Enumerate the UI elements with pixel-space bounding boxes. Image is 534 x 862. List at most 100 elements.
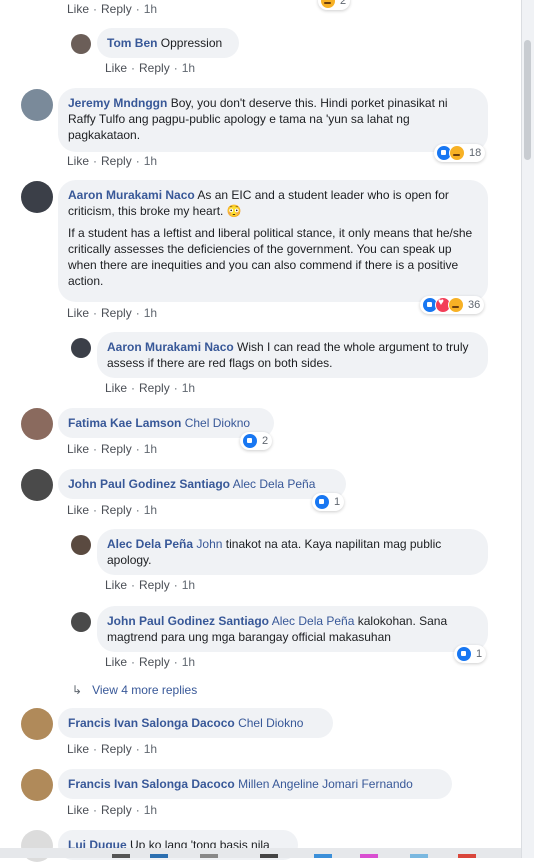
comment-bubble: Aaron Murakami Naco Wish I can read the … <box>97 332 488 378</box>
like-link[interactable]: Like <box>67 154 89 168</box>
comment-bubble: Jeremy Mndnggn Boy, you don't deserve th… <box>58 88 488 152</box>
like-link[interactable]: Like <box>105 578 127 592</box>
avatar[interactable] <box>71 612 91 632</box>
reaction-summary[interactable]: 2 <box>240 432 273 450</box>
avatar[interactable] <box>71 535 91 555</box>
reply-link[interactable]: Reply <box>139 578 170 592</box>
comment-actions: Like · Reply · 1h <box>67 442 158 456</box>
comment-actions: Like · Reply · 1h <box>67 154 158 168</box>
timestamp[interactable]: 1h <box>182 61 195 75</box>
taskbar-icon[interactable] <box>200 854 218 858</box>
commenter-name[interactable]: Francis Ivan Salonga Dacoco <box>68 777 235 791</box>
taskbar-icon[interactable] <box>458 854 476 858</box>
timestamp[interactable]: 1h <box>144 803 157 817</box>
timestamp[interactable]: 1h <box>144 306 157 320</box>
commenter-name[interactable]: Francis Ivan Salonga Dacoco <box>68 716 235 730</box>
tagged-user[interactable]: Chel Diokno <box>238 716 303 730</box>
taskbar-icon[interactable] <box>314 854 332 858</box>
reply-link[interactable]: Reply <box>101 803 132 817</box>
commenter-name[interactable]: Alec Dela Peña <box>107 537 193 551</box>
timestamp[interactable]: 1h <box>144 154 157 168</box>
tagged-user[interactable]: John <box>196 537 222 551</box>
tagged-user[interactable]: Millen Angeline Jomari Fernando <box>238 777 413 791</box>
scrollbar[interactable] <box>521 0 534 858</box>
commenter-name[interactable]: Tom Ben <box>107 36 157 50</box>
sad-reaction-icon <box>448 297 464 313</box>
comment-bubble: Aaron Murakami Naco As an EIC and a stud… <box>58 180 488 302</box>
scrollbar-thumb[interactable] <box>524 40 531 160</box>
avatar[interactable] <box>21 181 53 213</box>
timestamp[interactable]: 1h <box>182 578 195 592</box>
commenter-name[interactable]: Fatima Kae Lamson <box>68 416 181 430</box>
avatar[interactable] <box>21 408 53 440</box>
reply-link[interactable]: Reply <box>101 442 132 456</box>
reply-link[interactable]: Reply <box>139 381 170 395</box>
taskbar-icon[interactable] <box>360 854 378 858</box>
comment-bubble: Francis Ivan Salonga Dacoco Chel Diokno <box>58 708 333 738</box>
comment-bubble: John Paul Godinez Santiago Alec Dela Peñ… <box>58 469 346 499</box>
taskbar-icon[interactable] <box>410 854 428 858</box>
commenter-name[interactable]: Jeremy Mndnggn <box>68 96 167 110</box>
reaction-summary[interactable]: 1 <box>312 493 345 511</box>
like-reaction-icon <box>314 494 330 510</box>
commenter-name[interactable]: John Paul Godinez Santiago <box>68 477 230 491</box>
comment-bubble: Tom Ben Oppression <box>97 28 239 58</box>
reaction-summary[interactable]: 18 <box>434 144 486 162</box>
avatar[interactable] <box>71 34 91 54</box>
commenter-name[interactable]: John Paul Godinez Santiago <box>107 614 269 628</box>
like-link[interactable]: Like <box>67 742 89 756</box>
timestamp[interactable]: 1h <box>144 503 157 517</box>
comment-bubble: John Paul Godinez Santiago Alec Dela Peñ… <box>97 606 488 652</box>
reaction-summary[interactable]: 2 <box>318 0 351 10</box>
reply-link[interactable]: Reply <box>101 503 132 517</box>
taskbar-icon[interactable] <box>150 854 168 858</box>
timestamp[interactable]: 1h <box>182 655 195 669</box>
tagged-user[interactable]: Alec Dela Peña <box>233 477 316 491</box>
reply-link[interactable]: Reply <box>101 742 132 756</box>
comment-bubble: Alec Dela Peña John tinakot na ata. Kaya… <box>97 529 488 575</box>
reply-link[interactable]: Reply <box>139 61 170 75</box>
comment-actions: Like · Reply · 1h <box>105 655 196 669</box>
timestamp[interactable]: 1h <box>144 442 157 456</box>
avatar[interactable] <box>21 769 53 801</box>
reply-link[interactable]: Reply <box>101 306 132 320</box>
like-link[interactable]: Like <box>67 2 89 16</box>
avatar[interactable] <box>21 469 53 501</box>
reaction-count: 18 <box>469 147 482 159</box>
comments-panel: Like · Reply · 1h 2 Tom Ben Oppression Like ·… <box>0 0 522 862</box>
tagged-user[interactable]: Chel Diokno <box>185 416 250 430</box>
like-link[interactable]: Like <box>105 61 127 75</box>
like-reaction-icon <box>456 646 472 662</box>
taskbar-icon[interactable] <box>112 854 130 858</box>
view-more-replies[interactable]: ↳ View 4 more replies <box>72 683 197 697</box>
avatar[interactable] <box>21 708 53 740</box>
like-link[interactable]: Like <box>67 306 89 320</box>
like-link[interactable]: Like <box>67 503 89 517</box>
comment-actions: Like · Reply · 1h <box>67 2 158 16</box>
timestamp[interactable]: 1h <box>144 742 157 756</box>
reaction-count: 36 <box>468 299 481 311</box>
avatar[interactable] <box>21 89 53 121</box>
taskbar-icon[interactable] <box>260 854 278 858</box>
timestamp[interactable]: 1h <box>182 381 195 395</box>
reply-link[interactable]: Reply <box>101 154 132 168</box>
like-link[interactable]: Like <box>67 442 89 456</box>
commenter-name[interactable]: Aaron Murakami Naco <box>68 188 195 202</box>
comment-bubble: Francis Ivan Salonga Dacoco Millen Angel… <box>58 769 452 799</box>
commenter-name[interactable]: Aaron Murakami Naco <box>107 340 234 354</box>
avatar[interactable] <box>71 338 91 358</box>
comment-actions: Like · Reply · 1h <box>67 742 158 756</box>
reply-link[interactable]: Reply <box>139 655 170 669</box>
reply-link[interactable]: Reply <box>101 2 132 16</box>
reaction-summary[interactable]: 1 <box>454 645 487 663</box>
tagged-user[interactable]: Alec Dela Peña <box>272 614 355 628</box>
comment-text: If a student has a leftist and liberal p… <box>68 226 473 288</box>
reaction-count: 1 <box>476 648 483 660</box>
like-link[interactable]: Like <box>105 381 127 395</box>
timestamp[interactable]: 1h <box>144 2 157 16</box>
comment-text: Oppression <box>160 36 223 50</box>
reaction-count: 1 <box>334 496 341 508</box>
reaction-summary[interactable]: 36 <box>420 296 485 314</box>
like-link[interactable]: Like <box>67 803 89 817</box>
like-link[interactable]: Like <box>105 655 127 669</box>
